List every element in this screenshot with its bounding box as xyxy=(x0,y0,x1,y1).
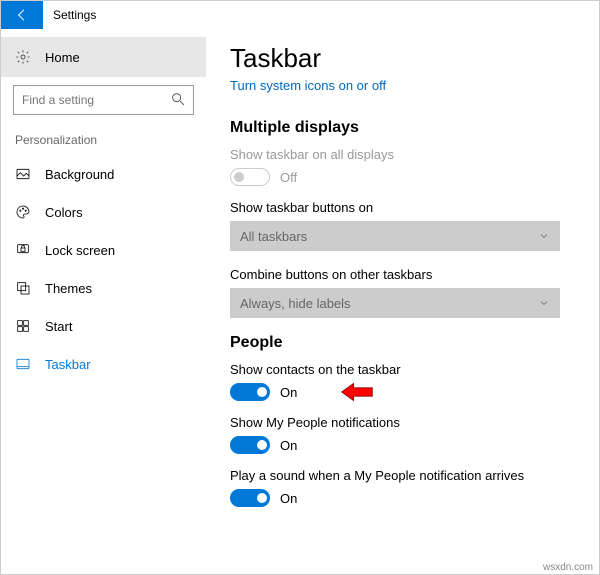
sidebar-item-colors[interactable]: Colors xyxy=(1,193,206,231)
show-contacts-state: On xyxy=(280,385,297,400)
show-notifications-label: Show My People notifications xyxy=(230,415,575,430)
show-notifications-state: On xyxy=(280,438,297,453)
start-icon xyxy=(15,318,31,334)
palette-icon xyxy=(15,204,31,220)
taskbar-buttons-on-dropdown: All taskbars xyxy=(230,221,560,251)
multiple-displays-heading: Multiple displays xyxy=(230,119,575,137)
search-icon xyxy=(170,91,186,107)
people-heading: People xyxy=(230,334,575,352)
themes-icon xyxy=(15,280,31,296)
arrow-left-callout-icon xyxy=(340,381,374,403)
taskbar-buttons-on-label: Show taskbar buttons on xyxy=(230,200,575,215)
search-input[interactable] xyxy=(13,85,194,115)
sidebar-item-lock-screen[interactable]: Lock screen xyxy=(1,231,206,269)
sidebar-item-label: Lock screen xyxy=(45,243,115,258)
search-container xyxy=(13,85,194,115)
sidebar-item-taskbar[interactable]: Taskbar xyxy=(1,345,206,383)
main-panel: Taskbar Turn system icons on or off Mult… xyxy=(206,29,599,560)
show-taskbar-all-state: Off xyxy=(280,170,297,185)
sidebar-item-label: Taskbar xyxy=(45,357,91,372)
play-sound-label: Play a sound when a My People notificati… xyxy=(230,468,575,483)
back-button[interactable] xyxy=(1,1,43,29)
dropdown-value: Always, hide labels xyxy=(240,296,351,311)
combine-buttons-label: Combine buttons on other taskbars xyxy=(230,267,575,282)
play-sound-state: On xyxy=(280,491,297,506)
sidebar: Home Personalization Background Colors L… xyxy=(1,29,206,560)
show-contacts-toggle[interactable] xyxy=(230,383,270,401)
system-icons-link[interactable]: Turn system icons on or off xyxy=(230,78,386,93)
show-contacts-label: Show contacts on the taskbar xyxy=(230,362,575,377)
sidebar-item-label: Background xyxy=(45,167,114,182)
watermark: wsxdn.com xyxy=(543,562,593,573)
sidebar-home-label: Home xyxy=(45,50,80,65)
sidebar-item-background[interactable]: Background xyxy=(1,155,206,193)
show-taskbar-all-label: Show taskbar on all displays xyxy=(230,147,575,162)
lock-screen-icon xyxy=(15,242,31,258)
sidebar-home[interactable]: Home xyxy=(1,37,206,77)
chevron-down-icon xyxy=(538,230,550,242)
gear-icon xyxy=(15,49,31,65)
combine-buttons-dropdown: Always, hide labels xyxy=(230,288,560,318)
taskbar-icon xyxy=(15,356,31,372)
show-notifications-toggle[interactable] xyxy=(230,436,270,454)
sidebar-item-label: Themes xyxy=(45,281,92,296)
show-taskbar-all-toggle xyxy=(230,168,270,186)
arrow-left-icon xyxy=(14,7,30,23)
window-title: Settings xyxy=(43,1,106,29)
sidebar-category: Personalization xyxy=(1,133,206,155)
sidebar-item-label: Colors xyxy=(45,205,83,220)
page-title: Taskbar xyxy=(230,43,575,74)
play-sound-toggle[interactable] xyxy=(230,489,270,507)
picture-icon xyxy=(15,166,31,182)
chevron-down-icon xyxy=(538,297,550,309)
sidebar-item-themes[interactable]: Themes xyxy=(1,269,206,307)
sidebar-item-label: Start xyxy=(45,319,72,334)
sidebar-item-start[interactable]: Start xyxy=(1,307,206,345)
dropdown-value: All taskbars xyxy=(240,229,307,244)
